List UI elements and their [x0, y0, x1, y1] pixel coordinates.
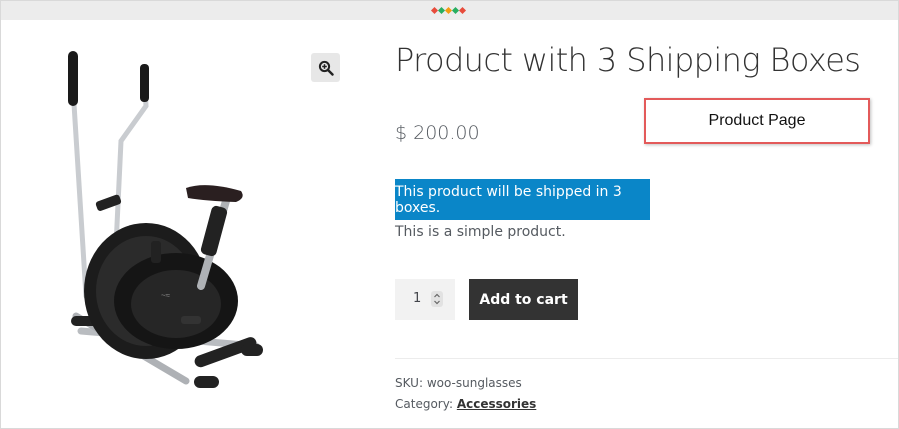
magnifier-plus-icon — [318, 60, 334, 76]
elliptical-trainer-image: ~≈ — [68, 51, 263, 388]
sku-value: woo-sunglasses — [426, 376, 522, 390]
category-line: Category: Accessories — [395, 397, 536, 411]
up-down-chevron-icon[interactable] — [431, 291, 443, 307]
window-topbar — [1, 1, 898, 20]
product-title: Product with 3 Shipping Boxes — [395, 41, 861, 79]
quantity-value: 1 — [413, 291, 422, 306]
category-label: Category: — [395, 397, 453, 411]
zoom-button[interactable] — [311, 53, 340, 82]
divider — [395, 358, 898, 359]
shipping-notice: This product will be shipped in 3 boxes. — [395, 179, 650, 220]
sku-line: SKU: woo-sunglasses — [395, 376, 522, 390]
svg-text:~≈: ~≈ — [161, 291, 171, 300]
product-description: This is a simple product. — [395, 224, 566, 240]
product-image[interactable]: ~≈ — [56, 46, 281, 396]
product-page-callout: Product Page — [644, 98, 870, 144]
browser-frame: ~≈ Product with 3 Shipping Boxes Product… — [0, 0, 899, 429]
add-to-cart-button[interactable]: Add to cart — [469, 279, 578, 320]
sku-label: SKU: — [395, 376, 423, 390]
product-price: $ 200.00 — [395, 122, 480, 144]
quantity-input[interactable]: 1 — [395, 279, 455, 320]
category-link[interactable]: Accessories — [457, 397, 537, 411]
